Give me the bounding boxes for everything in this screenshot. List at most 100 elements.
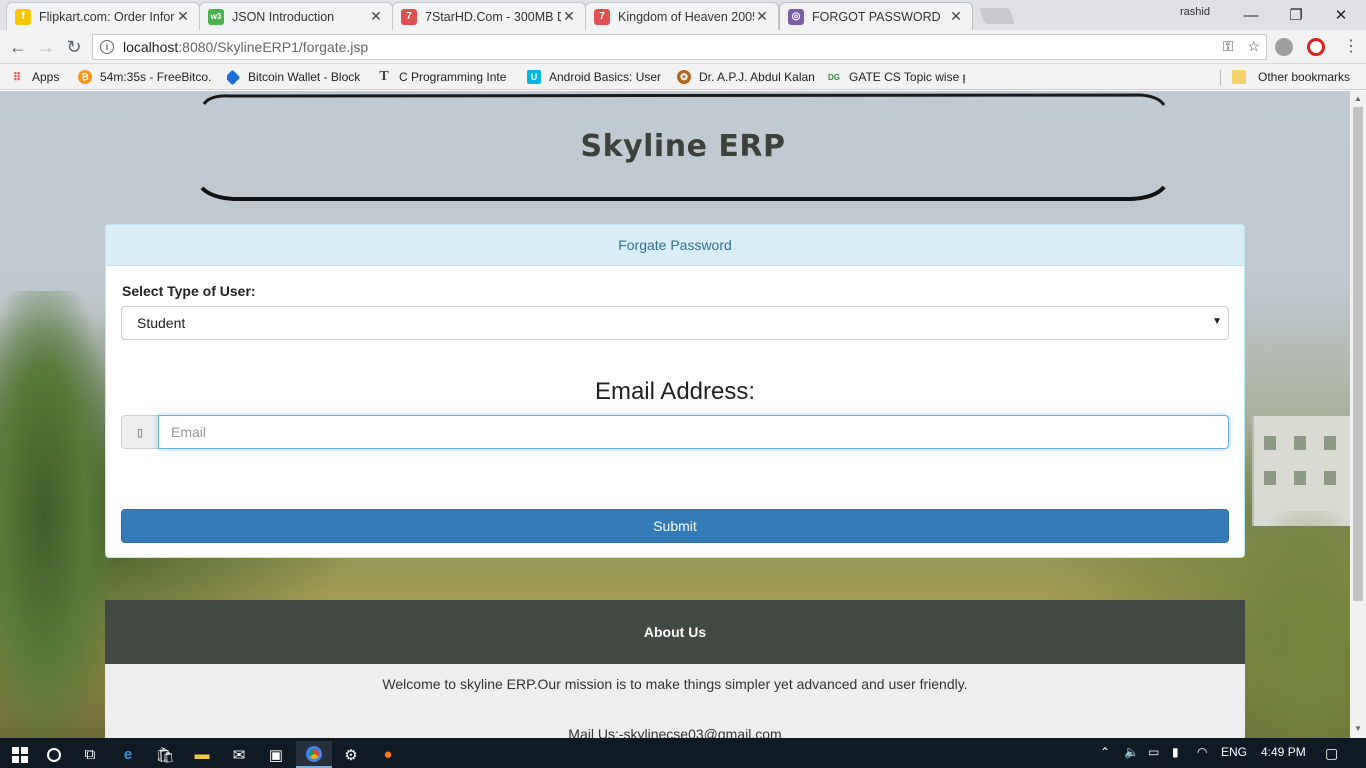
language-indicator[interactable]: ENG xyxy=(1221,745,1247,759)
browser-tab[interactable]: w3 JSON Introduction ✕ xyxy=(199,2,393,30)
chrome-icon[interactable] xyxy=(296,741,332,768)
site-favicon-icon: 7 xyxy=(594,8,610,25)
notifications-icon[interactable]: ▢ xyxy=(1325,745,1338,762)
scroll-down-icon[interactable]: ▼ xyxy=(1354,724,1362,733)
footer-body: Welcome to skyline ERP.Our mission is to… xyxy=(105,664,1245,738)
blockchain-icon xyxy=(227,69,241,85)
tab-title: Flipkart.com: Order Infor xyxy=(39,9,175,24)
close-icon[interactable]: ✕ xyxy=(561,8,577,25)
site-info-icon[interactable]: i xyxy=(100,40,114,54)
caret-down-icon: ▼ xyxy=(1212,316,1222,327)
close-icon[interactable]: ✕ xyxy=(368,8,384,25)
submit-button[interactable]: Submit xyxy=(121,509,1229,543)
page-scrollbar[interactable]: ▲ ▼ xyxy=(1350,91,1366,738)
scroll-thumb[interactable] xyxy=(1353,107,1363,601)
new-tab-button[interactable] xyxy=(979,8,1015,24)
clock[interactable]: 4:49 PM xyxy=(1261,745,1306,759)
bookmark-item[interactable]: ✪ Dr. A.P.J. Abdul Kalan xyxy=(677,68,815,86)
browser-toolbar: ← → ↻ i localhost:8080/SkylineERP1/forga… xyxy=(0,30,1366,64)
forward-arrow-icon[interactable]: → xyxy=(35,36,57,58)
bookmark-item[interactable]: Bitcoin Wallet - Block xyxy=(227,68,365,86)
windows-taskbar: ⧉ e 🛍 ▬ ✉ ▣ ⚙ ● ⌃ 🔈 ▭ ▮ ◠ ENG 4:49 PM ▢ xyxy=(0,738,1366,768)
back-arrow-icon[interactable]: ← xyxy=(7,36,29,58)
volume-icon[interactable]: 🔈 xyxy=(1124,745,1139,759)
letter-t-icon: T xyxy=(379,69,389,84)
profile-name[interactable]: rashid xyxy=(1180,6,1210,18)
mail-icon[interactable]: ✉ xyxy=(221,741,257,768)
settings-gear-icon[interactable]: ⚙ xyxy=(333,741,369,768)
url-path: :8080/SkylineERP1/forgate.jsp xyxy=(178,39,369,55)
bookmark-star-icon[interactable]: ☆ xyxy=(1247,38,1260,55)
restore-icon[interactable]: ❐ xyxy=(1273,0,1319,30)
extension-icon[interactable] xyxy=(1275,38,1293,56)
close-icon[interactable]: ✕ xyxy=(948,8,964,25)
bookmark-separator xyxy=(1220,70,1221,86)
address-bar[interactable]: i localhost:8080/SkylineERP1/forgate.jsp… xyxy=(92,34,1267,60)
email-field[interactable] xyxy=(158,415,1229,449)
browser-tab[interactable]: f Flipkart.com: Order Infor ✕ xyxy=(6,2,200,30)
envelope-icon: ▯ xyxy=(121,415,158,449)
w3schools-favicon-icon: w3 xyxy=(208,8,224,25)
email-input-group: ▯ xyxy=(121,415,1229,449)
reload-icon[interactable]: ↻ xyxy=(63,36,85,58)
browser-tab-active[interactable]: ◎ FORGOT PASSWORD ✕ xyxy=(779,2,973,30)
network-icon[interactable]: ▭ xyxy=(1148,745,1159,759)
opera-icon[interactable] xyxy=(1307,38,1325,56)
bookmark-label: Other bookmarks xyxy=(1258,70,1351,84)
bookmark-label: GATE CS Topic wise p xyxy=(849,70,965,84)
wifi-icon[interactable]: ◠ xyxy=(1197,745,1207,759)
site-favicon-icon: 7 xyxy=(401,8,417,25)
flipkart-favicon-icon: f xyxy=(15,8,31,25)
scroll-up-icon[interactable]: ▲ xyxy=(1354,94,1362,103)
tab-title: JSON Introduction xyxy=(232,9,335,24)
cortana-search-icon[interactable] xyxy=(36,741,72,768)
tab-strip: f Flipkart.com: Order Infor ✕ w3 JSON In… xyxy=(0,0,1366,30)
other-bookmarks[interactable]: Other bookmarks xyxy=(1232,68,1362,86)
store-icon[interactable]: 🛍 xyxy=(147,741,183,768)
address-bar-actions: ⚿ ☆ xyxy=(1223,38,1260,55)
app-window-icon[interactable]: ▣ xyxy=(258,741,294,768)
bookmark-apps[interactable]: ⠿ Apps xyxy=(10,68,68,86)
bookmark-label: Android Basics: User xyxy=(549,70,662,84)
menu-dots-icon[interactable]: ⋮ xyxy=(1343,36,1359,56)
firefox-icon[interactable]: ● xyxy=(370,741,406,768)
bookmark-label: 54m:35s - FreeBitco. xyxy=(100,70,212,84)
tab-title: FORGOT PASSWORD xyxy=(812,9,941,24)
tab-title: 7StarHD.Com - 300MB Du xyxy=(425,9,561,24)
site-header: Skyline ERP xyxy=(200,91,1166,203)
geeksforgeeks-icon: DG xyxy=(828,72,840,82)
bookmark-item[interactable]: DG GATE CS Topic wise p xyxy=(827,68,965,86)
close-icon[interactable]: ✕ xyxy=(175,8,191,25)
user-type-label: Select Type of User: xyxy=(122,283,256,299)
tab-title: Kingdom of Heaven 2005 xyxy=(618,9,754,24)
mail-text: Mail Us:-skylinecse03@gmail.com xyxy=(568,726,782,738)
url-text[interactable]: localhost:8080/SkylineERP1/forgate.jsp xyxy=(123,39,368,55)
edge-browser-icon[interactable]: e xyxy=(110,741,146,768)
bookmark-item[interactable]: U Android Basics: User xyxy=(527,68,665,86)
emblem-icon: ✪ xyxy=(677,70,691,84)
bookmark-label: Bitcoin Wallet - Block xyxy=(248,70,361,84)
bookmark-item[interactable]: ₿ 54m:35s - FreeBitco. xyxy=(78,68,216,86)
panel-heading: Forgate Password xyxy=(106,225,1244,266)
background-tree xyxy=(0,291,110,738)
site-favicon-icon: ◎ xyxy=(788,8,804,25)
windows-start-icon[interactable] xyxy=(2,741,38,768)
browser-tab[interactable]: 7 7StarHD.Com - 300MB Du ✕ xyxy=(392,2,586,30)
key-icon[interactable]: ⚿ xyxy=(1223,38,1234,55)
url-host: localhost xyxy=(123,39,179,55)
battery-icon[interactable]: ▮ xyxy=(1172,745,1179,759)
close-icon[interactable]: ✕ xyxy=(754,8,770,25)
bookmark-label: Apps xyxy=(32,70,60,84)
file-explorer-icon[interactable]: ▬ xyxy=(184,741,220,768)
site-title: Skyline ERP xyxy=(580,129,786,164)
tray-expand-icon[interactable]: ⌃ xyxy=(1100,745,1110,759)
bookmark-item[interactable]: T C Programming Inte xyxy=(377,68,515,86)
user-type-select[interactable]: Student ▼ xyxy=(121,306,1229,340)
task-view-icon[interactable]: ⧉ xyxy=(72,741,108,768)
minimize-icon[interactable]: — xyxy=(1228,0,1274,30)
page-viewport: Skyline ERP Forgate Password Select Type… xyxy=(0,91,1350,738)
bitcoin-icon: ₿ xyxy=(78,70,92,84)
browser-tab[interactable]: 7 Kingdom of Heaven 2005 ✕ xyxy=(585,2,779,30)
close-window-icon[interactable]: ✕ xyxy=(1318,0,1364,30)
udacity-icon: U xyxy=(527,70,541,84)
